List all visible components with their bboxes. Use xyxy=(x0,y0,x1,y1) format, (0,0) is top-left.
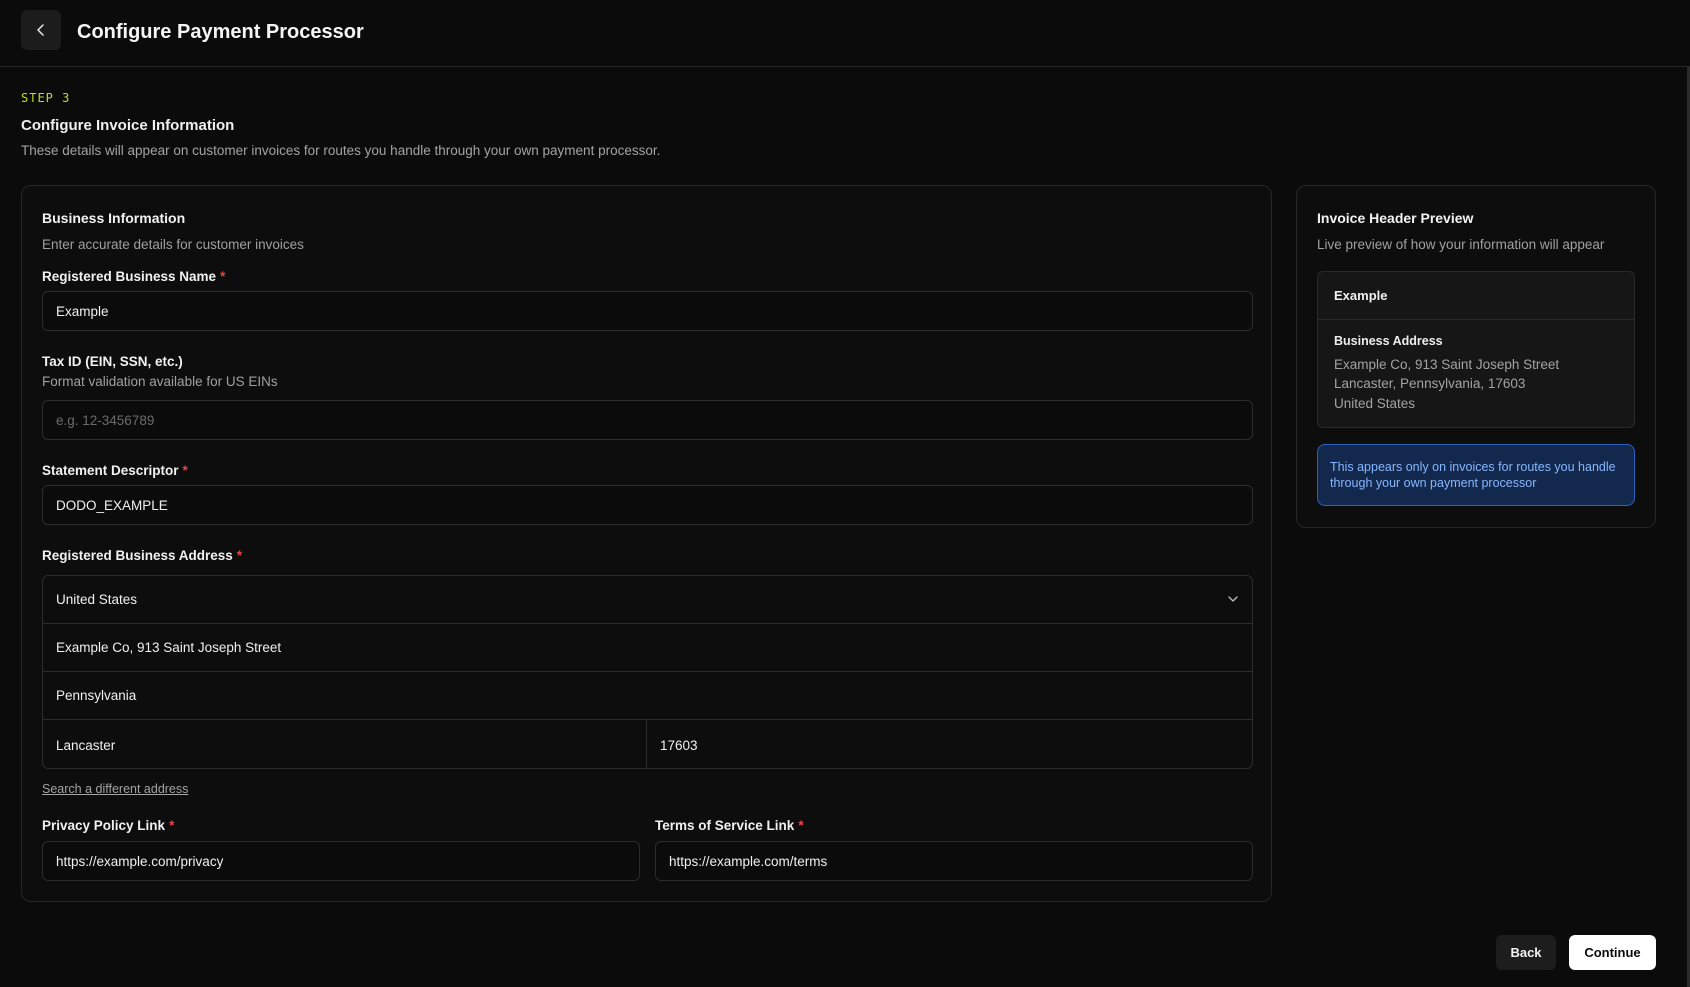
address-group: United States Example Co, 913 Saint Jose… xyxy=(42,575,1253,769)
preview-address-line: Example Co, 913 Saint Joseph Street xyxy=(1334,357,1560,372)
statement-descriptor-input[interactable]: DODO_EXAMPLE xyxy=(42,485,1253,525)
statement-descriptor-label: Statement Descriptor * xyxy=(42,463,188,478)
business-address-label: Registered Business Address * xyxy=(42,548,243,563)
preview-address-title: Business Address xyxy=(1334,334,1443,348)
preview-address-line: United States xyxy=(1334,396,1416,411)
tax-id-hint: Format validation available for US EINs xyxy=(42,374,278,389)
step-label: STEP 3 xyxy=(21,91,71,105)
country-select[interactable]: United States xyxy=(43,576,1252,624)
street-input[interactable]: Example Co, 913 Saint Joseph Street xyxy=(43,624,1252,672)
preview-title: Invoice Header Preview xyxy=(1317,210,1474,226)
preview-subtitle: Live preview of how your information wil… xyxy=(1317,237,1605,252)
preview-business-name: Example xyxy=(1318,272,1634,320)
back-button[interactable]: Back xyxy=(1496,935,1556,970)
business-information-card: Business Information Enter accurate deta… xyxy=(21,185,1272,902)
page-title: Configure Payment Processor xyxy=(77,21,364,43)
required-mark: * xyxy=(798,818,804,833)
chevron-left-icon xyxy=(37,24,44,36)
tax-id-label: Tax ID (EIN, SSN, etc.) xyxy=(42,354,183,369)
zip-input[interactable]: 17603 xyxy=(647,720,711,768)
tax-id-input[interactable]: e.g. 12-3456789 xyxy=(42,400,1253,440)
state-input[interactable]: Pennsylvania xyxy=(43,672,1252,720)
chevron-down-icon xyxy=(1228,596,1238,602)
section-description: These details will appear on customer in… xyxy=(21,143,661,158)
terms-of-service-label: Terms of Service Link * xyxy=(655,818,804,833)
required-mark: * xyxy=(220,269,226,284)
country-value: United States xyxy=(56,592,138,607)
privacy-policy-label: Privacy Policy Link * xyxy=(42,818,175,833)
city-zip-row: Lancaster 17603 xyxy=(43,720,1252,768)
preview-address-line: Lancaster, Pennsylvania, 17603 xyxy=(1334,376,1526,391)
city-input[interactable]: Lancaster xyxy=(43,720,647,768)
section-title: Configure Invoice Information xyxy=(21,117,235,134)
continue-button[interactable]: Continue xyxy=(1569,935,1656,970)
terms-of-service-input[interactable]: https://example.com/terms xyxy=(655,841,1253,881)
required-mark: * xyxy=(169,818,175,833)
invoice-preview-card: Invoice Header Preview Live preview of h… xyxy=(1296,185,1656,528)
info-notice: This appears only on invoices for routes… xyxy=(1317,444,1635,506)
invoice-header-preview: Example Business Address Example Co, 913… xyxy=(1317,271,1635,428)
required-mark: * xyxy=(182,463,188,478)
privacy-policy-input[interactable]: https://example.com/privacy xyxy=(42,841,640,881)
business-name-input[interactable]: Example xyxy=(42,291,1253,331)
card-title: Business Information xyxy=(42,210,186,226)
card-subtitle: Enter accurate details for customer invo… xyxy=(42,237,304,252)
back-icon-button[interactable] xyxy=(21,10,61,50)
search-different-address-link[interactable]: Search a different address xyxy=(42,782,188,796)
top-bar: Configure Payment Processor xyxy=(0,0,1690,67)
required-mark: * xyxy=(236,548,243,563)
business-name-label: Registered Business Name * xyxy=(42,269,226,284)
